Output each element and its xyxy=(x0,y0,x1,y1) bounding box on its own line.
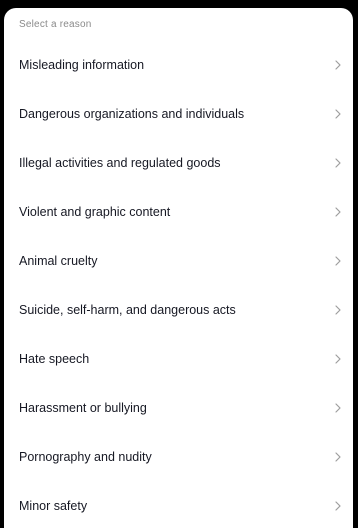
reason-label: Harassment or bullying xyxy=(19,401,147,415)
reason-label: Dangerous organizations and individuals xyxy=(19,107,245,121)
chevron-right-icon xyxy=(335,109,341,119)
report-reason-sheet: Select a reason Misleading information D… xyxy=(4,8,353,528)
reason-item-illegal-activities[interactable]: Illegal activities and regulated goods xyxy=(4,139,353,188)
reason-item-violent-graphic-content[interactable]: Violent and graphic content xyxy=(4,188,353,237)
chevron-right-icon xyxy=(335,158,341,168)
reason-item-pornography-nudity[interactable]: Pornography and nudity xyxy=(4,433,353,482)
reason-label: Misleading information xyxy=(19,58,145,72)
reason-list: Misleading information Dangerous organiz… xyxy=(4,41,353,528)
reason-label: Illegal activities and regulated goods xyxy=(19,156,221,170)
reason-label: Violent and graphic content xyxy=(19,205,171,219)
reason-label: Suicide, self-harm, and dangerous acts xyxy=(19,303,236,317)
section-header: Select a reason xyxy=(19,19,92,30)
reason-item-suicide-self-harm[interactable]: Suicide, self-harm, and dangerous acts xyxy=(4,286,353,335)
chevron-right-icon xyxy=(335,60,341,70)
reason-item-minor-safety[interactable]: Minor safety xyxy=(4,482,353,528)
reason-item-hate-speech[interactable]: Hate speech xyxy=(4,335,353,384)
chevron-right-icon xyxy=(335,305,341,315)
chevron-right-icon xyxy=(335,256,341,266)
reason-label: Hate speech xyxy=(19,352,90,366)
reason-label: Minor safety xyxy=(19,499,88,513)
reason-item-harassment-bullying[interactable]: Harassment or bullying xyxy=(4,384,353,433)
reason-item-animal-cruelty[interactable]: Animal cruelty xyxy=(4,237,353,286)
reason-item-dangerous-organizations[interactable]: Dangerous organizations and individuals xyxy=(4,90,353,139)
reason-label: Pornography and nudity xyxy=(19,450,152,464)
reason-item-misleading-information[interactable]: Misleading information xyxy=(4,41,353,90)
chevron-right-icon xyxy=(335,207,341,217)
chevron-right-icon xyxy=(335,354,341,364)
chevron-right-icon xyxy=(335,501,341,511)
reason-label: Animal cruelty xyxy=(19,254,98,268)
chevron-right-icon xyxy=(335,452,341,462)
chevron-right-icon xyxy=(335,403,341,413)
